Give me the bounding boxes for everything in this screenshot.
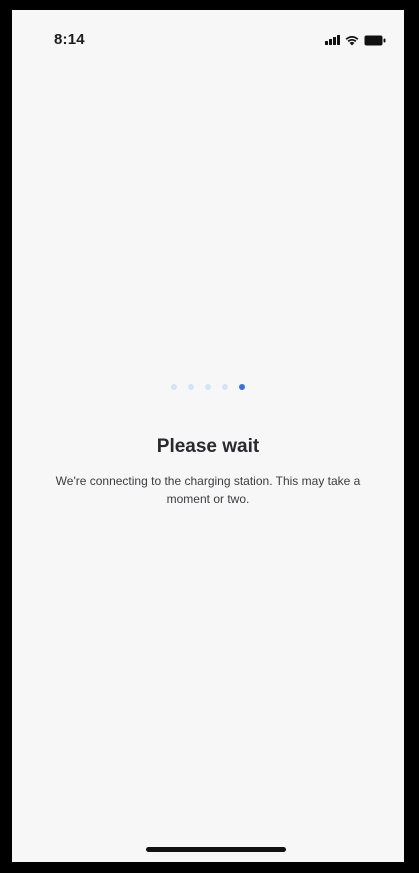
status-bar: 8:14 xyxy=(12,10,404,54)
status-message: We're connecting to the charging station… xyxy=(55,474,361,506)
loading-dot xyxy=(171,384,177,390)
page-title: Please wait xyxy=(156,436,260,457)
loading-dot xyxy=(205,384,211,390)
cellular-signal-icon xyxy=(325,35,340,45)
battery-icon xyxy=(364,35,386,46)
loading-dot xyxy=(188,384,194,390)
loading-dot xyxy=(222,384,228,390)
device-frame: 8:14 Please wait We're connecting to the… xyxy=(0,0,419,873)
loading-dot-active xyxy=(239,384,245,390)
loading-indicator xyxy=(12,384,404,390)
wifi-icon xyxy=(345,35,359,46)
home-indicator[interactable] xyxy=(146,847,286,852)
status-time: 8:14 xyxy=(54,31,85,48)
app-screen: 8:14 Please wait We're connecting to the… xyxy=(12,10,404,862)
status-icons xyxy=(325,34,386,46)
